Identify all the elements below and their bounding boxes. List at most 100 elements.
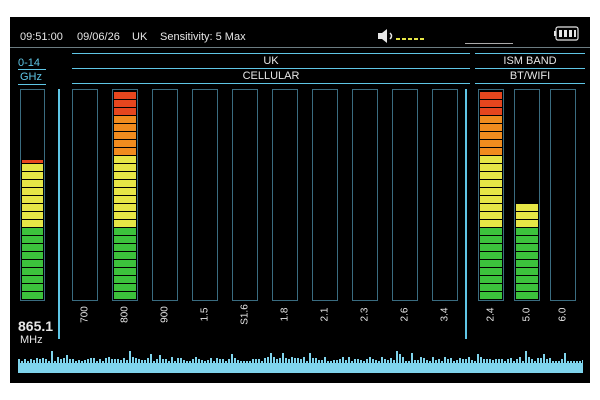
level-segment [114, 188, 136, 195]
spectrum-spike [339, 359, 341, 363]
spectrum-spike [522, 361, 524, 363]
level-segment [516, 228, 538, 235]
level-segment [22, 244, 43, 251]
spectrum-spike [465, 359, 467, 363]
level-segment [114, 292, 136, 299]
spectrum-spike [537, 358, 539, 363]
spectrum-spike [144, 360, 146, 363]
spectrum-spike [372, 359, 374, 363]
level-segment [480, 116, 502, 123]
spectrum-spike [39, 359, 41, 363]
cellular-label-1-5: 1.5 [199, 307, 211, 322]
cellular-label-1-8: 1.8 [279, 307, 291, 322]
spectrum-spike [459, 358, 461, 363]
spectrum-spike [36, 358, 38, 363]
spectrum-spike [501, 359, 503, 363]
level-segment [480, 140, 502, 147]
level-segment [114, 212, 136, 219]
spectrum-spike [195, 357, 197, 363]
spectrum-spike [489, 359, 491, 363]
spectrum-spike [246, 361, 248, 363]
level-segment [114, 124, 136, 131]
spectrum-spike [240, 361, 242, 363]
spectrum-spike [165, 359, 167, 363]
spectrum-spike [513, 361, 515, 363]
level-segment [114, 236, 136, 243]
spectrum-spike [75, 361, 77, 363]
spectrum-floor [18, 363, 583, 373]
spectrum-spike [453, 361, 455, 363]
spectrum-spike [222, 359, 224, 363]
spectrum-spike [225, 361, 227, 363]
spectrum-spike [480, 357, 482, 363]
spectrum-spike [297, 358, 299, 363]
level-segment [114, 220, 136, 227]
spectrum-spike [426, 360, 428, 363]
spectrum-spike [477, 354, 479, 363]
spectrum-spike [450, 358, 452, 363]
clock-time: 09:51:00 [20, 31, 63, 43]
spectrum-spike [42, 358, 44, 363]
level-segment [22, 228, 43, 235]
wideband-label-underline [18, 84, 46, 85]
cellular-label-3-4: 3.4 [439, 307, 451, 322]
level-segment [22, 172, 43, 179]
speaker-icon[interactable] [377, 28, 427, 49]
spectrum-spike [171, 357, 173, 363]
level-segment [516, 260, 538, 267]
spectrum-spike [420, 357, 422, 363]
spectrum-spike [531, 359, 533, 363]
cellular-bar-2-6 [392, 89, 418, 301]
ism-label-2-4: 2.4 [485, 307, 497, 322]
spectrum-spike [213, 361, 215, 363]
spectrum-spike [30, 359, 32, 363]
spectrum-spike [360, 360, 362, 363]
spectrum-spike [159, 355, 161, 363]
spectrum-spike [561, 359, 563, 363]
cellular-top-line [72, 53, 470, 54]
spectrum-spike [417, 360, 419, 363]
spectrum-spike [282, 353, 284, 363]
level-segment [480, 260, 502, 267]
spectrum-spike [543, 354, 545, 363]
level-segment [516, 276, 538, 283]
level-segment [114, 268, 136, 275]
level-segment [480, 132, 502, 139]
cellular-title: UK [263, 55, 279, 67]
sensitivity-label[interactable]: Sensitivity: 5 Max [160, 31, 246, 43]
level-segment [480, 228, 502, 235]
spectrum-spike [285, 358, 287, 363]
spectrum-strip [18, 351, 584, 378]
spectrum-spike [402, 357, 404, 363]
spectrum-spike [330, 361, 332, 363]
level-segment [480, 188, 502, 195]
spectrum-spike [321, 360, 323, 363]
level-segment [480, 268, 502, 275]
spectrum-spike [279, 358, 281, 363]
spectrum-spike [129, 351, 131, 363]
battery-icon [554, 26, 580, 47]
spectrum-spike [357, 359, 359, 363]
spectrum-spike [582, 360, 584, 363]
spectrum-spike [243, 361, 245, 363]
spectrum-spike [117, 359, 119, 363]
cellular-bar-900 [152, 89, 178, 301]
spectrum-spike [273, 357, 275, 363]
spectrum-spike [423, 358, 425, 363]
level-segment [22, 212, 43, 219]
spectrum-spike [312, 358, 314, 363]
spectrum-spike [516, 359, 518, 363]
spectrum-spike [378, 361, 380, 363]
spectrum-spike [441, 361, 443, 363]
spectrum-spike [180, 358, 182, 363]
cellular-label-700: 700 [79, 306, 91, 323]
level-segment [22, 284, 43, 291]
level-segment [480, 236, 502, 243]
level-segment [22, 164, 43, 171]
cellular-label-2-6: 2.6 [399, 307, 411, 322]
level-segment [114, 116, 136, 123]
spectrum-spike [234, 358, 236, 363]
level-segment [516, 244, 538, 251]
spectrum-spike [126, 360, 128, 363]
spectrum-spike [525, 351, 527, 363]
